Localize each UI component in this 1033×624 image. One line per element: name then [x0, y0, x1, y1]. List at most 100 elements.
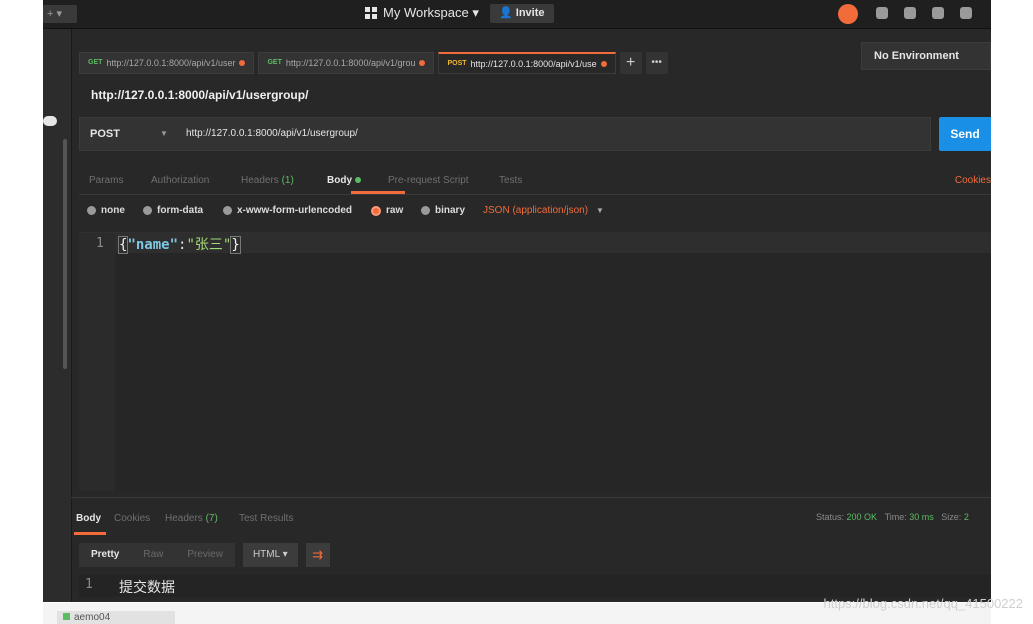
headers-label: Headers — [165, 513, 203, 524]
send-button[interactable]: Send — [939, 117, 991, 151]
workspace-label: My Workspace ▾ — [383, 5, 479, 20]
body-status-dot-icon — [355, 177, 361, 183]
radio-urlencoded[interactable]: x-www-form-urlencoded — [223, 205, 352, 216]
status-square-icon — [63, 613, 70, 620]
request-tabs: GET http://127.0.0.1:8000/api/v1/user GE… — [79, 52, 668, 74]
cookies-link[interactable]: Cookies — [955, 175, 991, 186]
radio-label: binary — [435, 205, 466, 216]
wrap-lines-icon[interactable]: ⇉ — [305, 543, 330, 567]
tab-method: GET — [88, 59, 103, 66]
workspace-grid-icon — [365, 7, 377, 19]
tab-url: http://127.0.0.1:8000/api/v1/use — [470, 58, 597, 69]
radio-label: raw — [386, 205, 404, 216]
tab-tests[interactable]: Tests — [499, 175, 522, 186]
body-label: Body — [327, 175, 352, 186]
response-tab-test-results[interactable]: Test Results — [239, 513, 293, 524]
headers-label: Headers — [241, 175, 279, 186]
chevron-down-icon[interactable]: ▼ — [160, 129, 168, 138]
pretty-button[interactable]: Pretty — [79, 543, 132, 567]
code-line[interactable]: {"name":"张三"} — [117, 234, 241, 254]
sidebar-scrollbar[interactable] — [63, 139, 67, 369]
radio-none[interactable]: none — [87, 205, 125, 216]
radio-form-data[interactable]: form-data — [143, 205, 203, 216]
top-icon-group — [876, 7, 972, 19]
wrench-icon[interactable] — [904, 7, 916, 19]
response-tab-body[interactable]: Body — [76, 513, 101, 524]
response-tab-headers[interactable]: Headers (7) — [165, 513, 218, 524]
request-subtabs: Params Authorization Headers (1) Body Pr… — [79, 170, 991, 195]
radio-selected-icon — [371, 205, 381, 216]
new-menu-button[interactable]: + ▾ — [43, 5, 77, 23]
active-tab-underline — [74, 532, 106, 535]
body-editor[interactable]: 1 {"name":"张三"} — [79, 232, 991, 491]
format-select[interactable]: HTML ▾ — [242, 543, 298, 567]
sync-icon[interactable] — [838, 4, 858, 24]
chip-label: aemo04 — [74, 612, 111, 623]
top-bar: + ▾ My Workspace ▾ 👤 Invite — [43, 0, 991, 29]
radio-raw[interactable]: raw — [371, 205, 403, 216]
radio-circle-icon — [143, 206, 152, 215]
content-type-label: JSON (application/json) — [483, 205, 589, 216]
tab-body[interactable]: Body — [327, 175, 361, 186]
time-value: 30 ms — [909, 512, 934, 522]
url-bar: POST ▼ http://127.0.0.1:8000/api/v1/user… — [79, 117, 931, 151]
radio-label: form-data — [157, 205, 204, 216]
satellite-icon[interactable] — [876, 7, 888, 19]
radio-binary[interactable]: binary — [421, 205, 465, 216]
watermark-text: https://blog.csdn.net/qq_41500222 — [823, 596, 1024, 611]
tab-params[interactable]: Params — [89, 175, 123, 186]
response-status: Status: 200 OK Time: 30 ms Size: 2 — [816, 512, 969, 522]
time-label: Time: — [884, 512, 907, 522]
request-tab[interactable]: GET http://127.0.0.1:8000/api/v1/grou — [258, 52, 435, 74]
tab-method: GET — [267, 59, 282, 66]
status-label: Status: — [816, 512, 845, 522]
headers-count: (7) — [205, 513, 218, 524]
method-select[interactable]: POST — [90, 128, 120, 140]
headers-count: (1) — [281, 175, 294, 186]
taskbar-chip: aemo04 — [57, 611, 175, 624]
preview-button[interactable]: Preview — [175, 543, 235, 567]
sidebar — [43, 29, 72, 602]
radio-circle-icon — [87, 206, 96, 215]
workspace-selector[interactable]: My Workspace ▾ — [365, 5, 479, 21]
line-number: 1 — [85, 577, 93, 592]
more-tabs-button[interactable]: ••• — [645, 52, 668, 74]
tab-method: POST — [447, 59, 467, 67]
content-type-select[interactable]: JSON (application/json) ▼ — [483, 205, 604, 216]
active-line-highlight — [115, 233, 991, 253]
sidebar-toggle[interactable] — [43, 116, 57, 126]
request-tab[interactable]: GET http://127.0.0.1:8000/api/v1/user — [79, 52, 255, 74]
radio-label: x-www-form-urlencoded — [237, 205, 353, 216]
tab-url: http://127.0.0.1:8000/api/v1/grou — [285, 58, 416, 68]
response-content: 提交数据 — [119, 580, 175, 596]
postman-window: + ▾ My Workspace ▾ 👤 Invite GET http://1… — [43, 0, 991, 602]
add-user-icon: 👤 — [499, 7, 513, 19]
url-input[interactable]: http://127.0.0.1:8000/api/v1/usergroup/ — [186, 128, 358, 139]
request-tab-active[interactable]: POST http://127.0.0.1:8000/api/v1/use — [438, 52, 616, 74]
status-value: 200 OK — [846, 512, 878, 522]
code-value: "张三" — [186, 237, 232, 253]
response-header: Body Cookies Headers (7) Test Results St… — [71, 497, 991, 538]
request-title: http://127.0.0.1:8000/api/v1/usergroup/ — [91, 88, 309, 102]
response-tab-cookies[interactable]: Cookies — [114, 513, 150, 524]
tab-headers[interactable]: Headers (1) — [241, 175, 294, 186]
heart-icon[interactable] — [960, 7, 972, 19]
invite-button[interactable]: 👤 Invite — [490, 4, 554, 23]
bell-icon[interactable] — [932, 7, 944, 19]
tab-prerequest-script[interactable]: Pre-request Script — [388, 175, 469, 186]
size-label: Size: — [941, 512, 962, 522]
radio-circle-icon — [421, 206, 430, 215]
radio-label: none — [101, 205, 125, 216]
add-tab-button[interactable]: + — [619, 52, 642, 74]
unsaved-dot-icon — [419, 60, 426, 66]
editor-gutter — [79, 233, 115, 491]
radio-circle-icon — [223, 206, 232, 215]
code-key: "name" — [127, 237, 179, 253]
response-format-bar: Pretty Raw Preview HTML ▾ ⇉ — [79, 543, 330, 567]
raw-button[interactable]: Raw — [131, 543, 176, 567]
response-body[interactable]: 1 提交数据 — [79, 575, 991, 597]
size-value: 2 — [963, 512, 969, 522]
environment-selector[interactable]: No Environment — [861, 42, 991, 70]
tab-authorization[interactable]: Authorization — [151, 175, 209, 186]
invite-label: Invite — [515, 7, 545, 19]
